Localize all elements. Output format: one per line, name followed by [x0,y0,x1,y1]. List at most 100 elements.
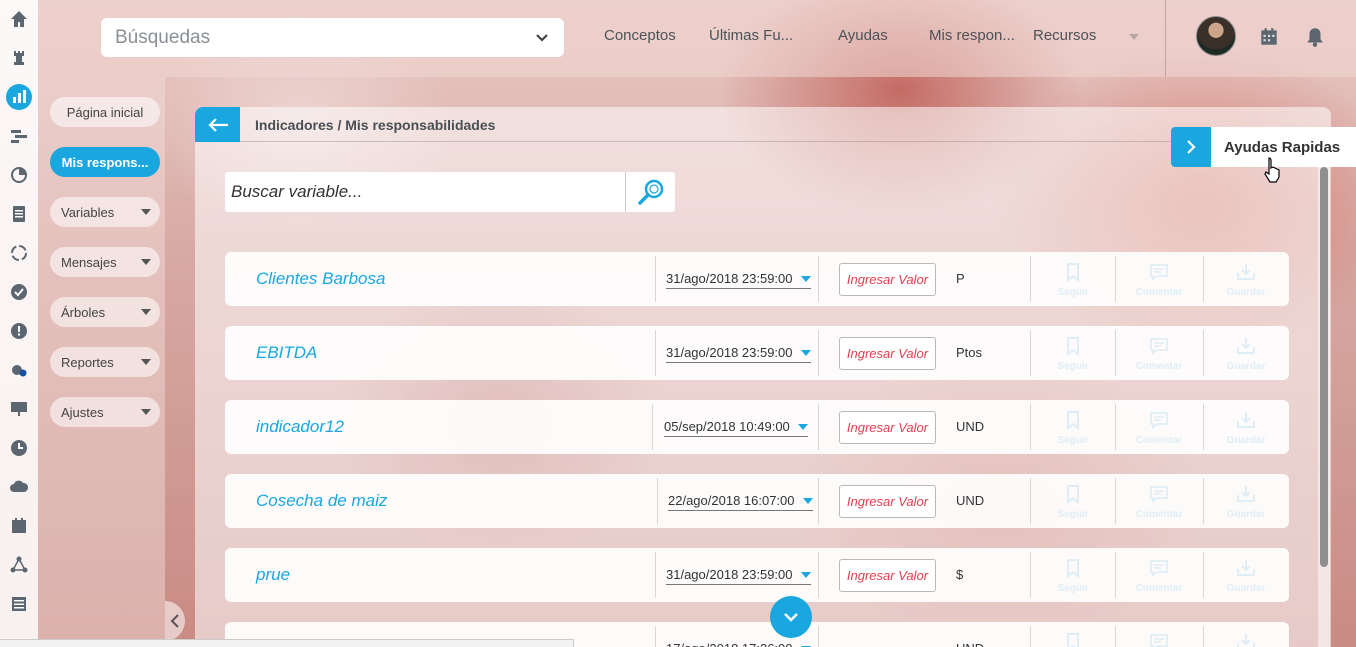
divider [818,256,819,302]
comment-button[interactable]: Comentar [1123,334,1195,372]
divider [652,404,653,450]
enter-value-button[interactable]: Ingresar Valor [839,263,936,296]
divider [818,478,819,524]
indicator-name-link[interactable]: prue [256,565,290,585]
bookmark-icon [1063,410,1083,435]
list-icon[interactable] [6,591,32,617]
enter-value-button[interactable]: Ingresar Valor [839,485,936,518]
caret-down-icon [800,572,811,578]
variable-search[interactable]: Buscar variable... [225,172,675,212]
scroll-down-button[interactable] [770,596,812,638]
sidebar-item-reportes[interactable]: Reportes [50,347,160,377]
save-button[interactable]: Guardar [1218,556,1274,594]
indicator-name-link[interactable]: Cosecha de maiz [256,491,387,511]
top-bar: Búsquedas Conceptos Últimas Fu... Ayudas… [38,0,1356,77]
nav-ultimas[interactable]: Últimas Fu... [709,27,793,44]
table-row: prue 31/ago/2018 23:59:00 Ingresar Valor $ S… [225,548,1289,602]
settings-cloud-icon[interactable] [6,357,32,383]
sidebar-item-mensajes[interactable]: Mensajes [50,247,160,277]
sidebar-item-label: Página inicial [66,104,144,120]
sidebar-item-mis-responsabilidades[interactable]: Mis respons... [50,147,160,177]
bell-icon[interactable] [1304,26,1326,48]
date-select[interactable]: 31/ago/2018 23:59:00 [666,345,811,363]
follow-button[interactable]: Seguir [1048,630,1098,647]
calendar-icon[interactable] [1258,26,1280,48]
save-button[interactable]: Guardar [1218,408,1274,446]
follow-button[interactable]: Seguir [1048,334,1098,372]
comment-button[interactable]: Comentar [1123,408,1195,446]
nav-conceptos[interactable]: Conceptos [604,27,676,44]
date-select[interactable]: 17/ago/2018 17:26:00 [666,641,811,647]
follow-button[interactable]: Seguir [1048,260,1098,298]
caret-down-icon [800,276,811,282]
save-label: Guardar [1226,287,1266,298]
comment-button[interactable]: Comentar [1123,260,1195,298]
network-icon[interactable] [6,552,32,578]
check-circle-icon[interactable] [6,279,32,305]
comment-icon [1149,262,1169,287]
pie-chart-icon[interactable] [6,162,32,188]
presentation-icon[interactable] [6,396,32,422]
search-button[interactable] [625,172,675,212]
comment-label: Comentar [1135,509,1183,520]
divider [1203,478,1204,524]
global-search[interactable]: Búsquedas [101,18,564,57]
comment-label: Comentar [1135,287,1183,298]
cloud-icon[interactable] [6,474,32,500]
enter-value-button[interactable]: Ingresar Valor [839,559,936,592]
indicator-name-link[interactable]: indicador12 [256,417,344,437]
enter-value-button[interactable]: Ingresar Valor [839,337,936,370]
sidebar-item-variables[interactable]: Variables [50,197,160,227]
bar-chart-icon[interactable] [6,84,32,110]
sidebar-item-ajustes[interactable]: Ajustes [50,397,160,427]
divider [655,626,656,647]
status-bar [0,639,574,647]
divider [818,330,819,376]
document-icon[interactable] [6,201,32,227]
follow-button[interactable]: Seguir [1048,482,1098,520]
save-button[interactable]: Guardar [1218,334,1274,372]
sidebar-item-arboles[interactable]: Árboles [50,297,160,327]
indicator-name-link[interactable]: Clientes Barbosa [256,269,385,289]
nav-ayudas[interactable]: Ayudas [838,27,888,44]
date-value: 31/ago/2018 23:59:00 [666,271,793,286]
clock-icon[interactable] [6,435,32,461]
nav-recursos[interactable]: Recursos [1033,27,1096,44]
chess-rook-icon[interactable] [6,45,32,71]
cycle-icon[interactable] [6,240,32,266]
chevron-down-icon[interactable] [534,30,550,46]
comment-button[interactable]: Comentar [1123,482,1195,520]
quick-help-toggle[interactable] [1171,127,1211,167]
enter-value-button[interactable]: Ingresar Valor [839,411,936,444]
sidebar-item-pagina-inicial[interactable]: Página inicial [50,97,160,127]
scrollbar-thumb[interactable] [1320,167,1328,567]
date-select[interactable]: 22/ago/2018 16:07:00 [668,493,813,511]
save-button[interactable]: Guardar [1218,630,1274,647]
divider [1030,626,1031,647]
sidebar-item-label: Ajustes [61,404,104,420]
table-row: EBITDA 31/ago/2018 23:59:00 Ingresar Valor… [225,326,1289,380]
follow-label: Seguir [1057,435,1089,446]
warning-icon[interactable] [6,318,32,344]
comment-icon [1149,558,1169,583]
follow-button[interactable]: Seguir [1048,408,1098,446]
variable-search-input[interactable]: Buscar variable... [225,182,625,202]
back-button[interactable] [195,107,240,142]
hand-cursor-icon [1264,157,1280,183]
home-icon[interactable] [6,6,32,32]
indicator-name-link[interactable]: EBITDA [256,343,317,363]
date-select[interactable]: 31/ago/2018 23:59:00 [666,567,811,585]
save-button[interactable]: Guardar [1218,260,1274,298]
calendar-icon[interactable] [6,513,32,539]
gantt-icon[interactable] [6,123,32,149]
save-button[interactable]: Guardar [1218,482,1274,520]
date-select[interactable]: 31/ago/2018 23:59:00 [666,271,811,289]
avatar[interactable] [1196,16,1236,56]
date-select[interactable]: 05/sep/2018 10:49:00 [664,419,808,437]
nav-mis-responsabilidades[interactable]: Mis respon... [929,27,1015,44]
follow-button[interactable]: Seguir [1048,556,1098,594]
comment-button[interactable]: Comentar [1123,630,1195,647]
date-value: 31/ago/2018 23:59:00 [666,567,793,582]
comment-button[interactable]: Comentar [1123,556,1195,594]
nav-more-caret-icon[interactable] [1128,33,1140,41]
